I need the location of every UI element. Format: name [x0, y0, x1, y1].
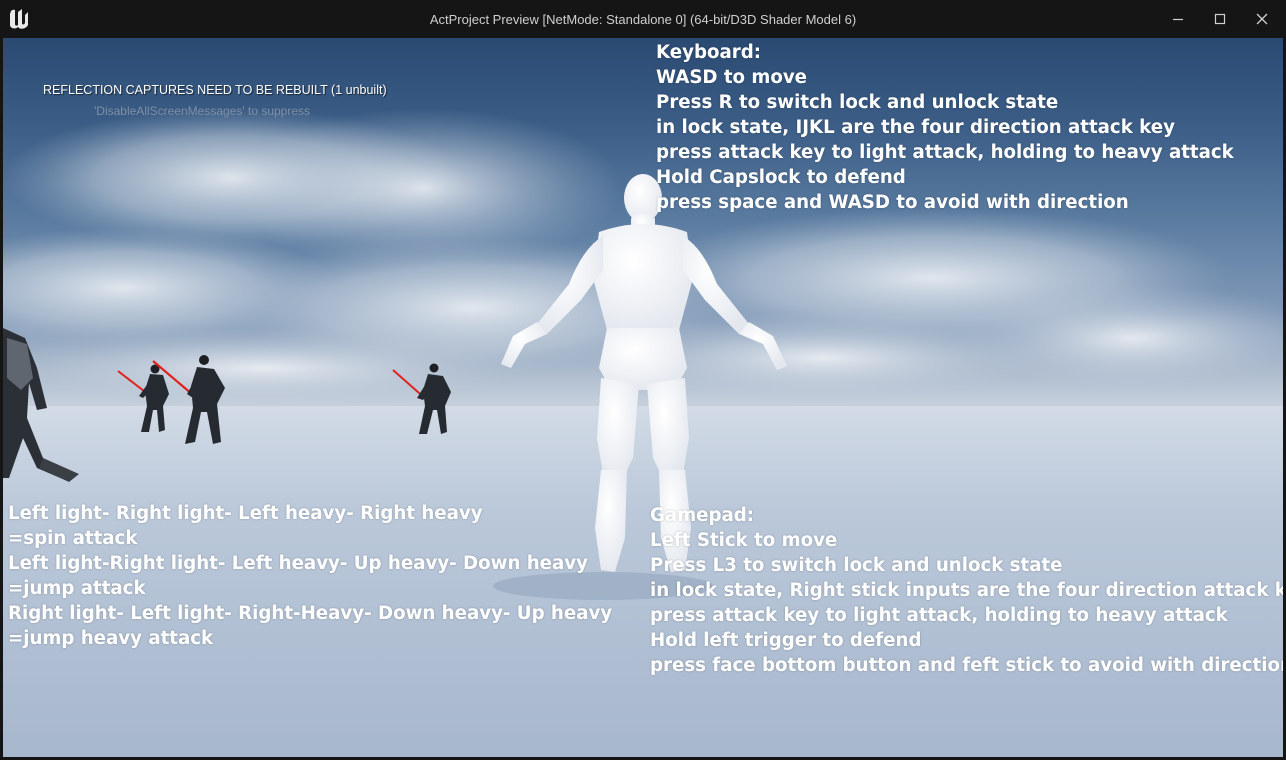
suppress-messages-hint: 'DisableAllScreenMessages' to suppress [94, 104, 311, 118]
game-viewport[interactable]: REFLECTION CAPTURES NEED TO BE REBUILT (… [3, 38, 1283, 757]
combo-sequence: Left light-Right light- Left heavy- Up h… [8, 553, 589, 574]
combo-attacks-help: Left light- Right light- Left heavy- Rig… [8, 501, 612, 651]
combo-result: =jump heavy attack [8, 628, 214, 649]
close-icon [1256, 13, 1268, 25]
keyboard-help-heading: Keyboard: [656, 42, 762, 63]
gamepad-help-line: press attack key to light attack, holdin… [650, 605, 1228, 626]
keyboard-help-line: press attack key to light attack, holdin… [656, 142, 1234, 163]
maximize-icon [1214, 13, 1226, 25]
combo-result: =jump attack [8, 578, 146, 599]
window-title: ActProject Preview [NetMode: Standalone … [429, 12, 857, 27]
keyboard-help-line: WASD to move [656, 67, 808, 88]
keyboard-controls-help: Keyboard: WASD to move Press R to switch… [656, 40, 1234, 215]
minimize-icon [1173, 18, 1183, 21]
gamepad-help-heading: Gamepad: [650, 505, 755, 526]
gamepad-help-line: Press L3 to switch lock and unlock state [650, 555, 1063, 576]
gamepad-controls-help: Gamepad: Left Stick to move Press L3 to … [650, 503, 1283, 678]
gamepad-help-line: Hold left trigger to defend [650, 630, 922, 651]
reflection-capture-warning: REFLECTION CAPTURES NEED TO BE REBUILT (… [43, 83, 387, 97]
close-button[interactable] [1241, 0, 1283, 38]
keyboard-help-line: Hold Capslock to defend [656, 167, 906, 188]
gamepad-help-line: in lock state, Right stick inputs are th… [650, 580, 1283, 601]
maximize-button[interactable] [1199, 0, 1241, 38]
gamepad-help-line: press face bottom button and feft stick … [650, 655, 1283, 676]
keyboard-help-line: press space and WASD to avoid with direc… [656, 192, 1129, 213]
gamepad-help-line: Left Stick to move [650, 530, 838, 551]
window-titlebar[interactable]: ActProject Preview [NetMode: Standalone … [0, 0, 1286, 38]
combo-result: =spin attack [8, 528, 138, 549]
keyboard-help-line: in lock state, IJKL are the four directi… [656, 117, 1175, 138]
keyboard-help-line: Press R to switch lock and unlock state [656, 92, 1059, 113]
minimize-button[interactable] [1157, 0, 1199, 38]
combo-sequence: Right light- Left light- Right-Heavy- Do… [8, 603, 613, 624]
combo-sequence: Left light- Right light- Left heavy- Rig… [8, 503, 483, 524]
